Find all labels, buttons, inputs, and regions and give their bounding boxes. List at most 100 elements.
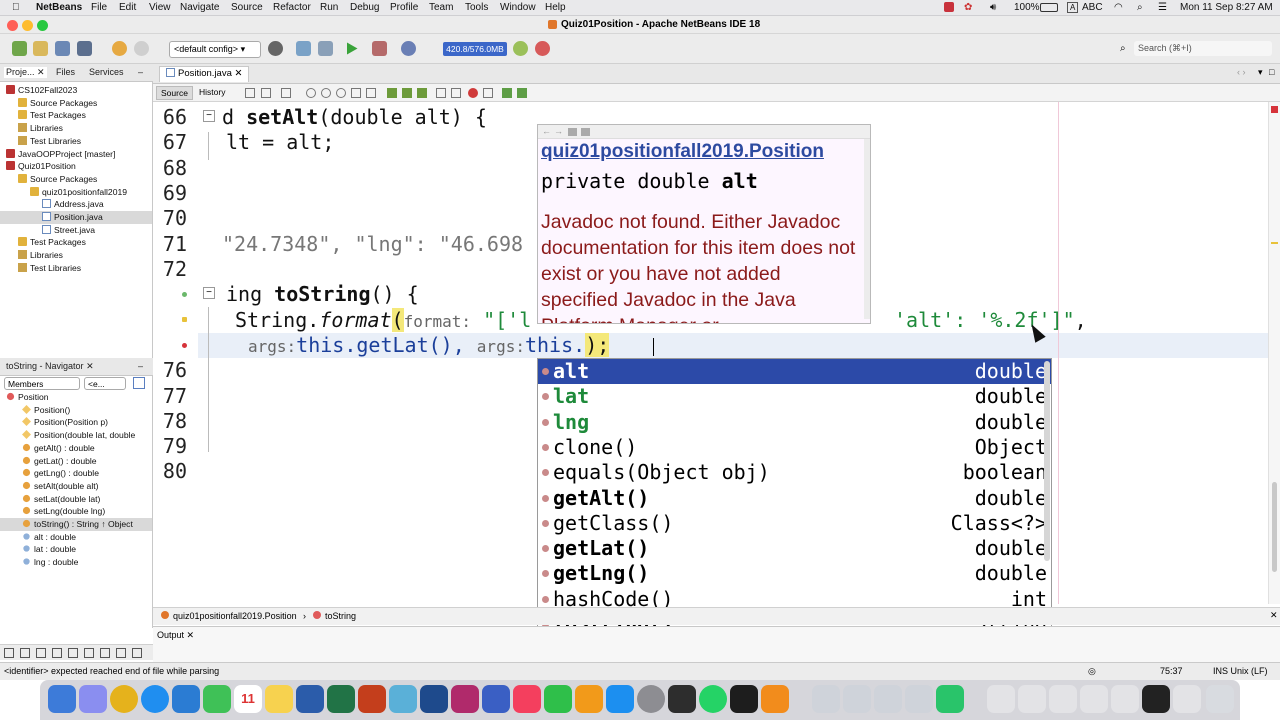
breadcrumb-class[interactable]: quiz01positionfall2019.Position (173, 611, 297, 621)
navigator-tool-icon[interactable] (36, 648, 46, 658)
navigator-tool-icon[interactable] (84, 648, 94, 658)
navigator-item[interactable]: lat : double (0, 543, 152, 556)
navigator-item[interactable]: alt : double (0, 531, 152, 544)
navigator-item[interactable]: setLat(double lat) (0, 493, 152, 506)
tab-projects[interactable]: Proje... ✕ (4, 67, 47, 78)
navigator-item[interactable]: toString() : String ↑ Object (0, 518, 152, 531)
menu-source[interactable]: Source (231, 2, 263, 13)
editor-tab-position[interactable]: Position.java ✕ (159, 66, 250, 82)
debug-icon[interactable] (372, 41, 387, 56)
navigator-item[interactable]: Position(double lat, double (0, 429, 152, 442)
project-tree-item[interactable]: Street.java (0, 224, 152, 237)
tool-icon[interactable] (905, 685, 933, 713)
insert-mode[interactable]: INS Unix (LF) (1213, 666, 1268, 676)
menu-profile[interactable]: Profile (390, 2, 418, 13)
javadoc-browser-icon[interactable] (568, 128, 577, 136)
scroll-thumb[interactable] (1272, 482, 1277, 572)
finder-icon[interactable] (48, 685, 76, 713)
sublime-icon[interactable] (761, 685, 789, 713)
app-icon[interactable] (451, 685, 479, 713)
menu-navigate[interactable]: Navigate (180, 2, 219, 13)
tab-output[interactable]: Output ✕ (157, 630, 194, 641)
navigator-tool-icon[interactable] (100, 648, 110, 658)
project-tree-item[interactable]: Position.java (0, 211, 152, 224)
screenshot-icon[interactable] (1142, 685, 1170, 713)
completion-scroll-thumb[interactable] (1044, 361, 1050, 561)
hint-marker-icon[interactable] (182, 317, 187, 322)
error-stripe-icon[interactable] (1271, 106, 1278, 113)
project-tree-item[interactable]: Libraries (0, 249, 152, 262)
project-tree-item[interactable]: Quiz01Position (0, 160, 152, 173)
override-marker-icon[interactable] (182, 292, 187, 297)
javadoc-back-icon[interactable]: ← (542, 126, 551, 136)
app-menu[interactable]: NetBeans (36, 2, 82, 13)
javadoc-popup[interactable]: ← → quiz01positionfall2019.Position priv… (537, 124, 871, 324)
project-tree-item[interactable]: Address.java (0, 198, 152, 211)
input-source-icon[interactable]: A (1067, 2, 1079, 13)
minimize-window-button[interactable] (22, 20, 33, 31)
menu-file[interactable]: File (91, 2, 107, 13)
javadoc-scrollbar[interactable] (864, 139, 870, 319)
extension-icon[interactable]: ✿ (964, 2, 972, 13)
powerpoint-icon[interactable] (358, 685, 386, 713)
new-project-icon[interactable] (12, 41, 27, 56)
whatsapp-icon[interactable] (699, 685, 727, 713)
navigator-tool-icon[interactable] (132, 648, 142, 658)
project-tree-item[interactable]: Test Libraries (0, 135, 152, 148)
shift-left-icon[interactable] (436, 88, 446, 98)
run-icon[interactable] (347, 42, 358, 55)
project-tree-item[interactable]: Test Libraries (0, 262, 152, 275)
show-opened-documents-icon[interactable]: ▾ (1258, 67, 1263, 78)
toggle-rect-select-icon[interactable] (366, 88, 376, 98)
document-icon[interactable] (1173, 685, 1201, 713)
navigator-item[interactable]: getLng() : double (0, 467, 152, 480)
document-icon[interactable] (1080, 685, 1108, 713)
gc-icon[interactable] (513, 41, 528, 56)
scroll-tabs-icon[interactable]: ‹ › (1237, 67, 1246, 77)
open-project-icon[interactable] (55, 41, 70, 56)
find-selection-icon[interactable] (306, 88, 316, 98)
menu-window[interactable]: Window (500, 2, 536, 13)
navigator-tool-icon[interactable] (52, 648, 62, 658)
completion-item[interactable]: lng double (538, 410, 1051, 435)
pages-icon[interactable] (575, 685, 603, 713)
tab-navigator[interactable]: toString - Navigator ✕ (6, 361, 94, 372)
redo-icon[interactable] (134, 41, 149, 56)
navigator-item[interactable]: getAlt() : double (0, 442, 152, 455)
notes-icon[interactable] (265, 685, 293, 713)
navigator-sort-select[interactable]: <e... (84, 377, 126, 390)
system-settings-icon[interactable] (637, 685, 665, 713)
build-icon[interactable] (296, 41, 311, 56)
breadcrumb-method[interactable]: toString (325, 611, 356, 621)
preview-icon[interactable] (812, 685, 840, 713)
music-icon[interactable] (513, 685, 541, 713)
navigator-item[interactable]: Position() (0, 404, 152, 417)
project-tree-item[interactable]: Libraries (0, 122, 152, 135)
close-icon[interactable]: ✕ (37, 67, 45, 77)
document-icon[interactable] (1049, 685, 1077, 713)
app-store-icon[interactable] (606, 685, 634, 713)
excel-icon[interactable] (327, 685, 355, 713)
fold-toggle-icon[interactable]: − (203, 287, 215, 299)
close-icon[interactable]: ✕ (235, 68, 243, 79)
toggle-bookmark-icon[interactable] (417, 88, 427, 98)
source-tab[interactable]: Source (156, 86, 193, 100)
spotlight-icon[interactable]: ⌕ (1137, 2, 1143, 13)
notifications-icon[interactable]: ◎ (1088, 666, 1096, 677)
close-window-button[interactable] (7, 20, 18, 31)
safari-icon[interactable] (141, 685, 169, 713)
maximize-icon[interactable]: □ (1269, 67, 1274, 77)
chrome-icon[interactable] (110, 685, 138, 713)
last-edit-icon[interactable] (245, 88, 255, 98)
find-previous-icon[interactable] (321, 88, 331, 98)
wifi-icon[interactable]: ◠ (1114, 2, 1123, 13)
navigator-item[interactable]: Position (0, 391, 152, 404)
error-marker-icon[interactable] (182, 343, 187, 348)
tool-icon[interactable] (843, 685, 871, 713)
completion-item[interactable]: getClass() Class<?> (538, 511, 1051, 536)
forward-icon[interactable] (281, 88, 291, 98)
vscode-icon[interactable] (172, 685, 200, 713)
comment-icon[interactable] (502, 88, 512, 98)
completion-item[interactable]: lat double (538, 384, 1051, 409)
record-icon[interactable] (944, 2, 954, 12)
